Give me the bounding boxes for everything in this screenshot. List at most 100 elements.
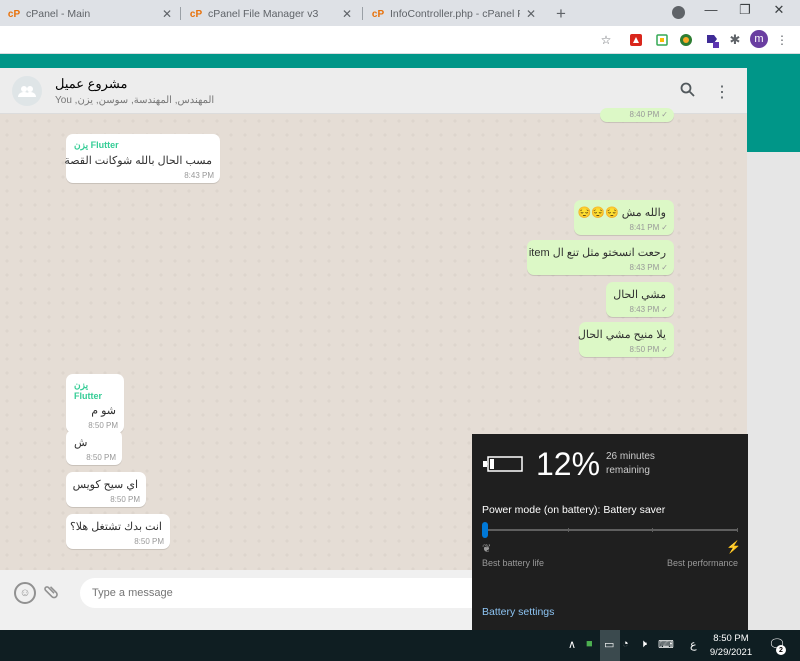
message-text: اي سيح كويس <box>72 479 138 491</box>
message-text: انت بدك تشتغل هلا؟ <box>69 521 162 533</box>
message-incoming: يزن Flutter شو م 8:50 PM <box>66 374 124 433</box>
extension-badge-icon[interactable] <box>704 32 720 48</box>
tab-separator <box>362 7 363 20</box>
battery-remaining: 26 minutes remaining <box>606 451 655 476</box>
puzzle-icon[interactable]: ✱ <box>727 32 743 48</box>
leaf-icon: ❦ <box>482 543 492 555</box>
lightning-icon: ⚡ <box>726 540 741 554</box>
tab-separator <box>180 7 181 20</box>
close-window-button[interactable]: ✕ <box>764 2 794 18</box>
keyboard-icon[interactable]: ⌨ <box>658 638 674 651</box>
power-mode-slider-thumb[interactable] <box>482 522 488 538</box>
message-time: 8:50 PM ✓ <box>629 345 669 354</box>
message-text: يلا منيح مشي الحال <box>577 329 666 341</box>
message-outgoing: مشي الحال 8:43 PM ✓ <box>606 282 674 317</box>
close-icon[interactable]: ✕ <box>526 7 536 21</box>
check-icon: ✓ <box>661 223 668 232</box>
tab-search-icon[interactable] <box>672 6 685 19</box>
tab-cpanel-main[interactable]: cP cPanel - Main ✕ <box>0 2 180 26</box>
power-mode-label: Power mode (on battery): Battery saver <box>482 504 666 516</box>
check-icon: ✓ <box>661 305 668 314</box>
chat-members: You ,المهندس, المهندسة, سوسن, يزن <box>55 95 215 106</box>
message-time: 8:50 PM <box>86 453 116 462</box>
message-incoming: انت بدك تشتغل هلا؟ 8:50 PM <box>66 514 170 549</box>
profile-avatar[interactable]: m <box>750 30 768 48</box>
maximize-button[interactable]: ❐ <box>730 2 760 18</box>
close-icon[interactable]: ✕ <box>162 7 172 21</box>
header-band <box>0 54 800 68</box>
paperclip-icon[interactable] <box>40 580 66 606</box>
close-icon[interactable]: ✕ <box>342 7 352 21</box>
clock-time[interactable]: 8:50 PM <box>705 633 757 644</box>
battery-icon <box>482 454 524 474</box>
battery-percent: 12% <box>536 446 601 482</box>
extension-icon[interactable] <box>654 32 670 48</box>
slider-tick <box>652 528 653 532</box>
tab-title: InfoController.php - cPanel File M <box>390 8 520 20</box>
message-text: والله مش 😔😔😔 <box>577 207 666 219</box>
message-text: شو م <box>91 405 116 417</box>
app-tray-icon[interactable]: ■ <box>586 638 593 650</box>
best-performance-label: Best performance <box>666 558 738 568</box>
message-sender: يزن Flutter <box>74 380 102 401</box>
message-text: مشي الحال <box>613 289 666 301</box>
menu-icon[interactable]: ⋮ <box>714 82 730 102</box>
clock-date[interactable]: 9/29/2021 <box>705 647 757 658</box>
minimize-button[interactable]: — <box>696 2 726 17</box>
bookmark-star-icon[interactable]: ☆ <box>598 32 614 48</box>
cpanel-icon: cP <box>7 8 21 20</box>
chat-title: مشروع عميل <box>55 76 128 91</box>
kebab-menu-icon[interactable]: ⋮ <box>774 32 790 48</box>
message-outgoing: رحعت انسختو مثل تنع ال item 8:43 PM ✓ <box>527 240 674 275</box>
new-tab-button[interactable]: + <box>556 4 566 24</box>
best-battery-label: Best battery life <box>482 558 545 568</box>
pdf-extension-icon[interactable] <box>628 32 644 48</box>
battery-settings-link[interactable]: Battery settings <box>482 606 554 618</box>
message-incoming: يزن Flutter مسب الحال بالله شوكانت القصة… <box>64 134 220 183</box>
message-incoming: ش 8:50 PM <box>66 430 122 465</box>
browser-toolbar: ☆ ✱ m ⋮ <box>0 26 800 54</box>
message-text: ش <box>74 437 88 449</box>
message-time: 8:50 PM <box>110 495 140 504</box>
tab-info-controller[interactable]: cP InfoController.php - cPanel File M ✕ <box>364 2 544 26</box>
search-icon[interactable] <box>680 82 695 102</box>
cpanel-icon: cP <box>371 8 385 20</box>
message-time: 8:40 PM ✓ <box>629 110 669 119</box>
message-outgoing: والله مش 😔😔😔 8:41 PM ✓ <box>574 200 674 235</box>
taskbar: ∧ ■ ▭ ◔ 🕨 ⌨ ع 8:50 PM 9/29/2021 🗨 2 <box>0 630 800 661</box>
chevron-up-icon[interactable]: ∧ <box>568 638 576 651</box>
message-partial-outgoing: 8:40 PM ✓ <box>600 108 674 122</box>
message-text: مسب الحال بالله شوكانت القصة <box>64 155 212 167</box>
notification-badge: 2 <box>776 645 786 655</box>
check-icon: ✓ <box>661 345 668 354</box>
message-time: 8:43 PM ✓ <box>629 263 669 272</box>
volume-mute-icon[interactable]: 🕨 <box>640 638 647 651</box>
message-time: 8:50 PM <box>88 421 118 430</box>
message-time: 8:43 PM <box>184 171 214 180</box>
message-input[interactable] <box>80 578 500 608</box>
wifi-icon[interactable]: ◔ <box>622 638 629 650</box>
emoji-icon[interactable]: ☺ <box>14 582 36 604</box>
tab-title: cPanel File Manager v3 <box>208 8 319 20</box>
globe-extension-icon[interactable] <box>678 32 694 48</box>
power-mode-slider[interactable] <box>484 529 738 531</box>
slider-tick <box>737 528 738 532</box>
message-time: 8:41 PM ✓ <box>629 223 669 232</box>
header-band-right <box>747 68 800 152</box>
cpanel-icon: cP <box>189 8 203 20</box>
message-outgoing: يلا منيح مشي الحال 8:50 PM ✓ <box>577 322 674 357</box>
message-time: 8:50 PM <box>134 537 164 546</box>
battery-tray-icon[interactable]: ▭ <box>604 638 614 651</box>
battery-flyout: 12% 26 minutes remaining Power mode (on … <box>472 434 748 630</box>
check-icon: ✓ <box>661 110 668 119</box>
tab-title: cPanel - Main <box>26 8 91 20</box>
message-time: 8:43 PM ✓ <box>629 305 669 314</box>
slider-tick <box>568 528 569 532</box>
message-incoming: اي سيح كويس 8:50 PM <box>66 472 146 507</box>
message-sender: يزن Flutter <box>74 140 119 150</box>
check-icon: ✓ <box>661 263 668 272</box>
group-avatar-icon[interactable] <box>12 76 42 106</box>
input-language[interactable]: ع <box>690 638 697 651</box>
tab-file-manager[interactable]: cP cPanel File Manager v3 ✕ <box>182 2 360 26</box>
right-pane <box>747 152 800 630</box>
